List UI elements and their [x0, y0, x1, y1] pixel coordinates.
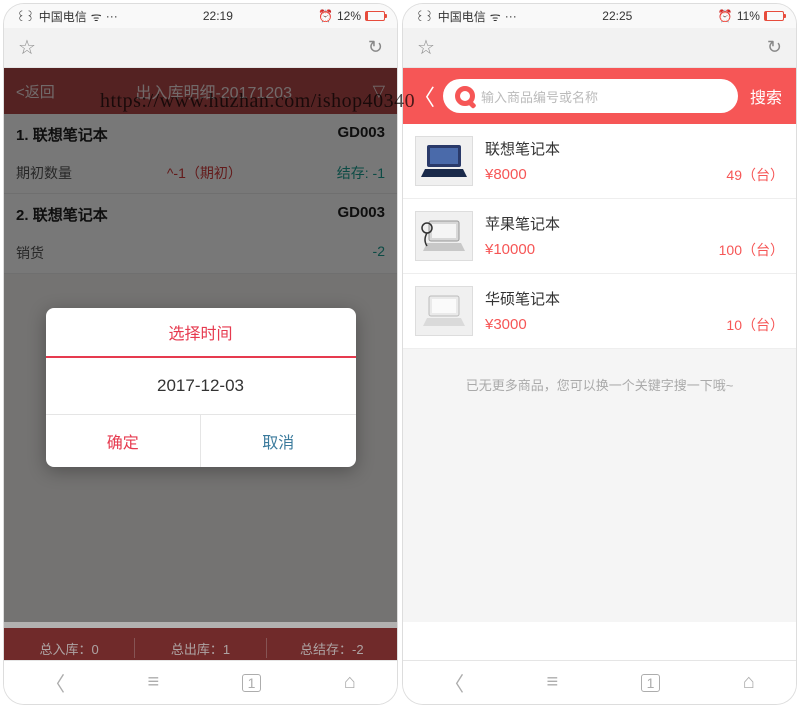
- status-bar: ꒰꒱中国电信ᯤ··· 22:25 ⏰11%: [403, 4, 796, 28]
- wifi-icon: ᯤ: [490, 8, 501, 25]
- search-button[interactable]: 搜索: [746, 84, 786, 108]
- menu-icon[interactable]: ≡: [148, 671, 160, 694]
- product-name: 联想笔记本: [485, 138, 784, 159]
- browser-bar: ☆ ↻: [4, 28, 397, 68]
- bookmark-icon[interactable]: ☆: [417, 35, 435, 60]
- product-item[interactable]: 华硕笔记本 ¥3000 10（台）: [403, 274, 796, 349]
- clock: 22:19: [203, 9, 233, 23]
- back-icon[interactable]: 〈: [444, 668, 464, 697]
- total-in: 总入库：0: [4, 639, 134, 658]
- phone-right: ꒰꒱中国电信ᯤ··· 22:25 ⏰11% ☆ ↻ 〈 输入商品编号或名称 搜索…: [403, 4, 796, 704]
- signal-icon: ꒰꒱: [16, 8, 35, 24]
- search-input[interactable]: 输入商品编号或名称: [443, 79, 738, 113]
- confirm-button[interactable]: 确定: [46, 415, 202, 467]
- tabs-icon[interactable]: 1: [242, 674, 262, 692]
- browser-bar: ☆ ↻: [403, 28, 796, 68]
- battery-icon: [365, 11, 385, 21]
- signal-icon: ꒰꒱: [415, 8, 434, 24]
- wifi-icon: ᯤ: [91, 8, 102, 25]
- battery-pct: 12%: [337, 9, 361, 23]
- reload-icon[interactable]: ↻: [368, 37, 383, 58]
- search-icon: [455, 86, 475, 106]
- product-price: ¥8000: [485, 166, 527, 183]
- product-thumb: [415, 136, 473, 186]
- product-price: ¥10000: [485, 241, 535, 258]
- search-header: 〈 输入商品编号或名称 搜索: [403, 68, 796, 124]
- product-name: 华硕笔记本: [485, 288, 784, 309]
- product-name: 苹果笔记本: [485, 213, 784, 234]
- carrier-label: 中国电信: [438, 8, 486, 25]
- back-icon[interactable]: 〈: [413, 80, 435, 112]
- reload-icon[interactable]: ↻: [767, 37, 782, 58]
- tabs-icon[interactable]: 1: [641, 674, 661, 692]
- date-picker-dialog: 选择时间 2017-12-03 确定 取消: [46, 308, 356, 467]
- product-stock: 10（台）: [726, 315, 784, 335]
- carrier-label: 中国电信: [39, 8, 87, 25]
- status-bar: ꒰꒱中国电信ᯤ··· 22:19 ⏰12%: [4, 4, 397, 28]
- total-out: 总出库：1: [135, 639, 265, 658]
- clock: 22:25: [602, 9, 632, 23]
- battery-pct: 11%: [737, 9, 760, 23]
- system-nav: 〈 ≡ 1 ⌂: [403, 660, 796, 704]
- home-icon[interactable]: ⌂: [743, 671, 755, 694]
- no-more-label: 已无更多商品，您可以换一个关键字搜一下哦~: [403, 349, 796, 420]
- battery-icon: [764, 11, 784, 21]
- product-thumb: [415, 211, 473, 261]
- back-icon[interactable]: 〈: [45, 668, 65, 697]
- product-stock: 100（台）: [719, 240, 784, 260]
- product-list: 联想笔记本 ¥8000 49（台） 苹果笔记本 ¥10000 100（台） 华硕笔记本 ¥…: [403, 124, 796, 349]
- bookmark-icon[interactable]: ☆: [18, 35, 36, 60]
- menu-icon[interactable]: ≡: [547, 671, 559, 694]
- alarm-icon: ⏰: [318, 9, 333, 23]
- product-stock: 49（台）: [726, 165, 784, 185]
- product-item[interactable]: 联想笔记本 ¥8000 49（台）: [403, 124, 796, 199]
- home-icon[interactable]: ⌂: [344, 671, 356, 694]
- alarm-icon: ⏰: [718, 9, 733, 23]
- product-thumb: [415, 286, 473, 336]
- phone-left: ꒰꒱中国电信ᯤ··· 22:19 ⏰12% ☆ ↻ <返回 出入库明细-2017…: [4, 4, 397, 704]
- total-stock: 总结存：-2: [267, 639, 397, 658]
- date-input[interactable]: 2017-12-03: [46, 358, 356, 415]
- search-placeholder: 输入商品编号或名称: [481, 87, 598, 106]
- cancel-button[interactable]: 取消: [201, 415, 356, 467]
- product-price: ¥3000: [485, 316, 527, 333]
- system-nav: 〈 ≡ 1 ⌂: [4, 660, 397, 704]
- dialog-title: 选择时间: [46, 308, 356, 358]
- product-item[interactable]: 苹果笔记本 ¥10000 100（台）: [403, 199, 796, 274]
